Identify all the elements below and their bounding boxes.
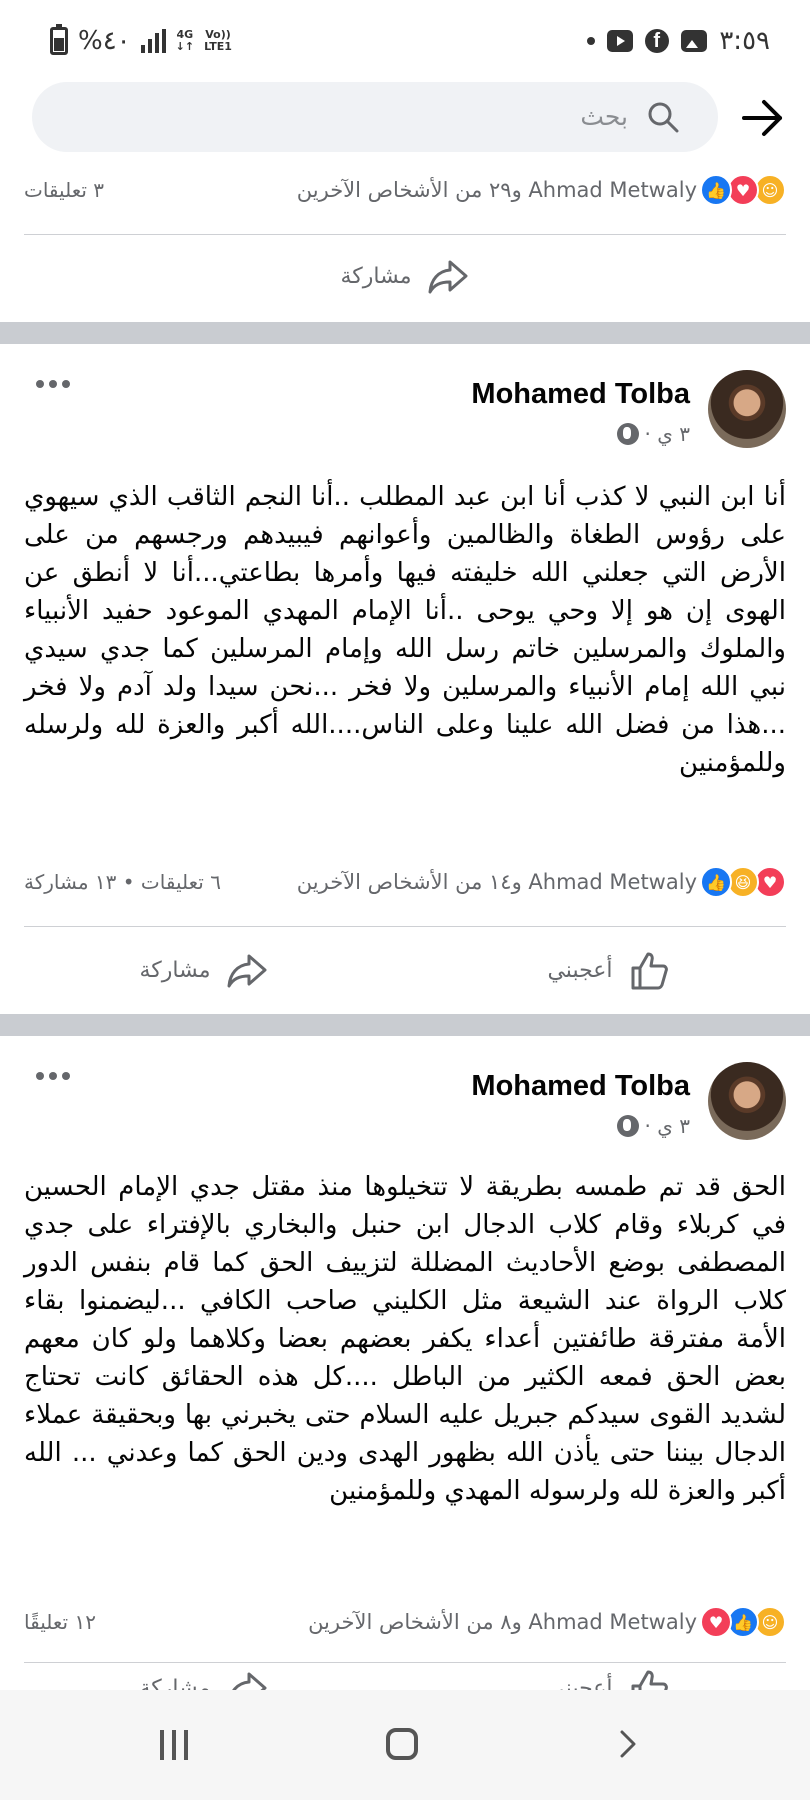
divider	[24, 234, 786, 235]
search-placeholder: بحث	[580, 102, 628, 131]
reaction-emojis: ♥ 👍 ☺	[700, 1606, 786, 1638]
battery-icon	[50, 24, 68, 55]
reactions-summary[interactable]: 👍 ♥ ☺ Ahmad Metwaly و٢٩ من الأشخاص الآخر…	[297, 174, 786, 206]
feed-separator	[0, 322, 810, 344]
author-name[interactable]: Mohamed Tolba	[471, 378, 690, 411]
like-reaction-icon: 👍	[700, 174, 732, 206]
post-time[interactable]: ٣ ي ·	[645, 422, 690, 446]
network-type: 4G ↓↑	[175, 28, 195, 53]
clock: ٣:٥٩	[719, 26, 770, 56]
share-button[interactable]: مشاركة	[341, 254, 470, 298]
reactions-summary[interactable]: ♥ 👍 ☺ Ahmad Metwaly و٨ من الأشخاص الآخري…	[308, 1606, 786, 1638]
reaction-emojis: 👍 ♥ ☺	[700, 174, 786, 206]
reactions-summary[interactable]: 👍 😆 ♥ Ahmad Metwaly و١٤ من الأشخاص الآخر…	[297, 866, 786, 898]
author-name[interactable]: Mohamed Tolba	[471, 1070, 690, 1103]
globe-icon	[616, 1115, 639, 1137]
arrow-back-icon[interactable]	[740, 96, 784, 140]
post-reactions[interactable]: ٦ تعليقات • ١٣ مشاركة 👍 😆 ♥ Ahmad Metwal…	[24, 864, 786, 900]
divider	[24, 926, 786, 927]
reaction-emojis: 👍 😆 ♥	[700, 866, 786, 898]
battery-level: %٤٠	[78, 26, 131, 56]
share-arrow-icon	[227, 954, 267, 988]
like-reaction-icon: 👍	[700, 866, 732, 898]
search-input[interactable]: بحث	[32, 82, 718, 152]
share-arrow-icon	[428, 260, 468, 294]
gallery-icon	[681, 30, 708, 52]
avatar[interactable]	[708, 370, 786, 448]
prev-post-reactions[interactable]: ٣ تعليقات 👍 ♥ ☺ Ahmad Metwaly و٢٩ من الأ…	[24, 172, 786, 208]
post-reactions[interactable]: ١٢ تعليقًا ♥ 👍 ☺ Ahmad Metwaly و٨ من الأ…	[24, 1604, 786, 1640]
post-text: أنا ابن النبي لا كذب أنا ابن عبد المطلب …	[24, 482, 786, 778]
status-right: ٣:٥٩	[587, 26, 770, 56]
like-button[interactable]: أعجبني	[547, 948, 670, 992]
post-header: Mohamed Tolba ٣ ي ·	[0, 370, 810, 470]
feed-separator	[0, 1014, 810, 1036]
nav-back-icon[interactable]	[614, 1730, 642, 1758]
love-reaction-icon: ♥	[700, 1606, 732, 1638]
prev-post-actions: مشاركة	[0, 236, 810, 316]
facebook-icon	[645, 29, 670, 53]
search-icon	[648, 102, 679, 133]
more-dots-icon[interactable]	[36, 380, 70, 388]
search-header: بحث	[0, 82, 810, 160]
share-label: مشاركة	[340, 263, 412, 289]
signal-icon	[140, 29, 166, 53]
reactions-text: Ahmad Metwaly و١٤ من الأشخاص الآخرين	[296, 870, 697, 894]
reactions-text: Ahmad Metwaly و٢٩ من الأشخاص الآخرين	[296, 178, 697, 202]
divider	[24, 1662, 786, 1663]
comments-count[interactable]: ٣ تعليقات	[24, 178, 104, 202]
avatar[interactable]	[708, 1062, 786, 1140]
post-stats[interactable]: ٦ تعليقات • ١٣ مشاركة	[24, 870, 221, 894]
thumbs-up-icon	[631, 952, 668, 990]
reactions-text: Ahmad Metwaly و٨ من الأشخاص الآخرين	[308, 1610, 697, 1634]
home-icon[interactable]	[386, 1728, 418, 1760]
youtube-icon	[607, 30, 634, 52]
post-actions: أعجبني مشاركة	[0, 930, 810, 1010]
post-meta: ٣ ي ·	[616, 1114, 690, 1138]
volte-indicator: Vo)) LTE1	[204, 28, 232, 53]
share-button[interactable]: مشاركة	[140, 948, 269, 992]
notification-dot-icon	[587, 37, 596, 45]
more-dots-icon[interactable]	[36, 1072, 70, 1080]
status-bar: %٤٠ 4G ↓↑ Vo)) LTE1 ٣:٥٩	[0, 0, 810, 82]
post-time[interactable]: ٣ ي ·	[645, 1114, 690, 1138]
post-meta: ٣ ي ·	[616, 422, 690, 446]
comments-count[interactable]: ١٢ تعليقًا	[24, 1610, 96, 1634]
like-label: أعجبني	[547, 957, 613, 983]
post-header: Mohamed Tolba ٣ ي ·	[0, 1062, 810, 1162]
status-left: %٤٠ 4G ↓↑ Vo)) LTE1	[50, 24, 232, 56]
post-text: الحق قد تم طمسه بطريقة لا تتخيلوها منذ م…	[24, 1172, 786, 1506]
globe-icon	[616, 423, 639, 445]
system-nav-bar	[0, 1690, 810, 1800]
share-label: مشاركة	[139, 957, 211, 983]
recents-icon[interactable]	[160, 1730, 188, 1760]
